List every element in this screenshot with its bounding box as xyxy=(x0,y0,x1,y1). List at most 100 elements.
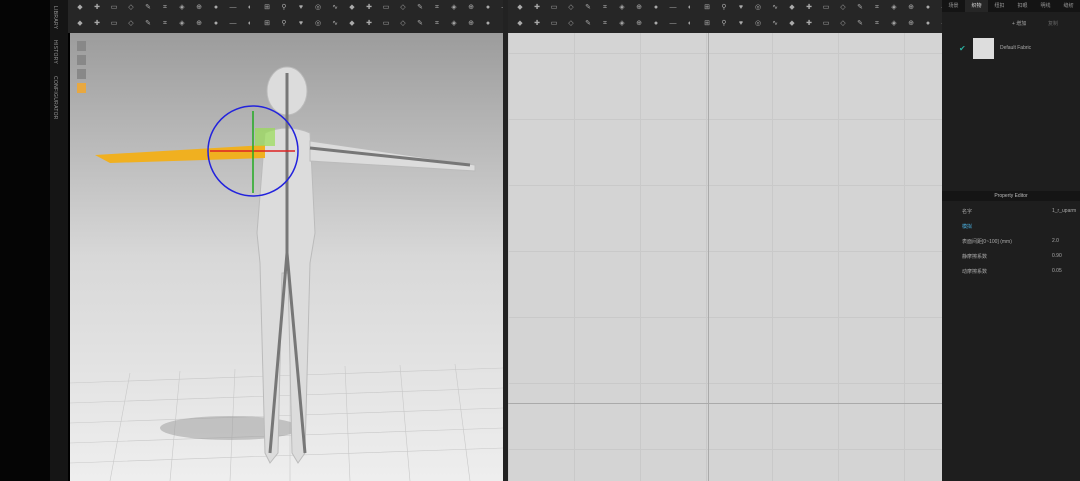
property-value[interactable]: 1_r_uparm xyxy=(1052,208,1076,215)
toolbar-tool-icon[interactable]: ⌗ xyxy=(601,20,609,27)
toolbar-tool-icon[interactable]: ∿ xyxy=(771,4,779,11)
toolbar-tool-icon[interactable]: — xyxy=(669,4,677,11)
toolbar-tool-icon[interactable]: ♥ xyxy=(297,4,305,11)
toolbar-tool-icon[interactable]: ∿ xyxy=(331,4,339,11)
toolbar-tool-icon[interactable]: ● xyxy=(484,20,492,27)
toolbar-tool-icon[interactable]: ⚲ xyxy=(720,4,728,11)
toolbar-tool-icon[interactable]: ⊞ xyxy=(263,4,271,11)
3d-viewport[interactable] xyxy=(70,33,503,481)
toolbar-tool-icon[interactable]: ✎ xyxy=(416,4,424,11)
toolbar-tool-icon[interactable]: ⚲ xyxy=(280,20,288,27)
2d-pattern-window[interactable] xyxy=(508,33,942,481)
fabric-name[interactable]: Default Fabric xyxy=(1000,45,1031,51)
toolbar-tool-icon[interactable]: ✎ xyxy=(856,4,864,11)
toolbar-tool-icon[interactable]: ⚲ xyxy=(720,20,728,27)
toolbar-tool-icon[interactable]: ◇ xyxy=(567,4,575,11)
toolbar-tool-icon[interactable]: ◈ xyxy=(890,4,898,11)
toolbar-tool-icon[interactable]: ◆ xyxy=(76,4,84,11)
add-fabric-button[interactable]: + 增加 xyxy=(1012,20,1026,27)
tab-library[interactable]: LIBRARY xyxy=(52,6,58,29)
toolbar-tool-icon[interactable]: ◎ xyxy=(754,20,762,27)
toolbar-tool-icon[interactable]: ✚ xyxy=(805,4,813,11)
panel-tab[interactable]: 织物 xyxy=(965,0,988,12)
toolbar-tool-icon[interactable]: ⊞ xyxy=(703,20,711,27)
toolbar-tool-icon[interactable]: ◈ xyxy=(618,20,626,27)
property-row[interactable]: 静摩擦系数 0.90 xyxy=(962,253,1077,260)
toolbar-tool-icon[interactable]: ▭ xyxy=(110,20,118,27)
toolbar-tool-icon[interactable]: ● xyxy=(212,20,220,27)
toolbar-tool-icon[interactable]: ◈ xyxy=(178,4,186,11)
property-row[interactable]: 名字 1_r_uparm xyxy=(962,208,1077,215)
selected-arm[interactable] xyxy=(95,145,265,163)
toolbar-tool-icon[interactable]: ⌗ xyxy=(161,4,169,11)
toolbar-tool-icon[interactable]: ⊕ xyxy=(907,20,915,27)
toolbar-tool-icon[interactable]: ▭ xyxy=(550,20,558,27)
panel-tab[interactable]: 纽扣 xyxy=(988,0,1011,12)
toolbar-tool-icon[interactable]: ▭ xyxy=(110,4,118,11)
toolbar-tool-icon[interactable]: ◇ xyxy=(127,20,135,27)
toolbar-tool-icon[interactable]: ◆ xyxy=(516,4,524,11)
property-row[interactable]: 动摩擦系数 0.05 xyxy=(962,268,1077,275)
toolbar-tool-icon[interactable]: ◆ xyxy=(788,20,796,27)
toolbar-tool-icon[interactable]: ⌗ xyxy=(873,4,881,11)
toolbar-tool-icon[interactable]: ▭ xyxy=(382,20,390,27)
toolbar-tool-icon[interactable]: ⌗ xyxy=(161,20,169,27)
toolbar-tool-icon[interactable]: ✎ xyxy=(584,4,592,11)
toolbar-tool-icon[interactable]: ✚ xyxy=(365,20,373,27)
toolbar-tool-icon[interactable]: ∿ xyxy=(771,20,779,27)
toolbar-tool-icon[interactable]: ✚ xyxy=(365,4,373,11)
toolbar-tool-icon[interactable]: ◐ xyxy=(686,4,694,11)
toolbar-tool-icon[interactable]: ▭ xyxy=(550,4,558,11)
toolbar-tool-icon[interactable]: — xyxy=(229,20,237,27)
toolbar-tool-icon[interactable]: ◐ xyxy=(246,20,254,27)
toolbar-tool-icon[interactable]: ● xyxy=(212,4,220,11)
toolbar-tool-icon[interactable]: ✚ xyxy=(533,4,541,11)
toolbar-tool-icon[interactable]: ◈ xyxy=(178,20,186,27)
toolbar-tool-icon[interactable]: ✚ xyxy=(805,20,813,27)
copy-fabric-button[interactable]: 复制 xyxy=(1048,20,1058,27)
property-value[interactable]: 0.05 xyxy=(1052,268,1062,275)
toolbar-tool-icon[interactable]: ◐ xyxy=(686,20,694,27)
toolbar-tool-icon[interactable]: ◎ xyxy=(754,4,762,11)
toolbar-tool-icon[interactable]: ● xyxy=(652,20,660,27)
toolbar-tool-icon[interactable]: ✎ xyxy=(856,20,864,27)
toolbar-tool-icon[interactable]: ● xyxy=(924,4,932,11)
toolbar-tool-icon[interactable]: ⊕ xyxy=(195,20,203,27)
toolbar-tool-icon[interactable]: ⚲ xyxy=(280,4,288,11)
toolbar-tool-icon[interactable]: ⊕ xyxy=(635,4,643,11)
toolbar-tool-icon[interactable]: ◆ xyxy=(516,20,524,27)
property-row[interactable]: 模拟 xyxy=(962,223,1077,230)
panel-tab[interactable]: 明线 xyxy=(1034,0,1057,12)
toolbar-tool-icon[interactable]: ◇ xyxy=(399,4,407,11)
toolbar-tool-icon[interactable]: ✚ xyxy=(93,20,101,27)
toolbar-tool-icon[interactable]: ♥ xyxy=(297,20,305,27)
toolbar-tool-icon[interactable]: ◇ xyxy=(839,4,847,11)
toolbar-tool-icon[interactable]: ◈ xyxy=(618,4,626,11)
toolbar-tool-icon[interactable]: ✎ xyxy=(144,4,152,11)
toolbar-tool-icon[interactable]: ◈ xyxy=(890,20,898,27)
toolbar-tool-icon[interactable]: ✎ xyxy=(144,20,152,27)
toolbar-tool-icon[interactable]: ∿ xyxy=(331,20,339,27)
toolbar-tool-icon[interactable]: ◇ xyxy=(567,20,575,27)
toolbar-tool-icon[interactable]: ● xyxy=(652,4,660,11)
panel-tab[interactable]: 场景 xyxy=(942,0,965,12)
toolbar-tool-icon[interactable]: ◈ xyxy=(450,4,458,11)
toolbar-tool-icon[interactable]: ◇ xyxy=(399,20,407,27)
toolbar-tool-icon[interactable]: ▭ xyxy=(822,20,830,27)
toolbar-tool-icon[interactable]: ◐ xyxy=(246,4,254,11)
toolbar-tool-icon[interactable]: ● xyxy=(484,4,492,11)
toolbar-tool-icon[interactable]: ◆ xyxy=(348,20,356,27)
toolbar-tool-icon[interactable]: ▭ xyxy=(382,4,390,11)
toolbar-tool-icon[interactable]: ◆ xyxy=(76,20,84,27)
property-row[interactable]: 表面间距[0~100] (mm) 2.0 xyxy=(962,238,1077,245)
toolbar-tool-icon[interactable]: ✎ xyxy=(584,20,592,27)
toolbar-tool-icon[interactable]: ⌗ xyxy=(601,4,609,11)
tab-configurator[interactable]: CONFIGURATOR xyxy=(52,76,58,120)
toolbar-tool-icon[interactable]: ⊕ xyxy=(907,4,915,11)
toolbar-tool-icon[interactable]: ♥ xyxy=(737,20,745,27)
property-value[interactable]: 2.0 xyxy=(1052,238,1059,245)
toolbar-tool-icon[interactable]: ✎ xyxy=(416,20,424,27)
toolbar-tool-icon[interactable]: ⊞ xyxy=(703,4,711,11)
toolbar-tool-icon[interactable]: ⊕ xyxy=(467,20,475,27)
toolbar-tool-icon[interactable]: ⌗ xyxy=(873,20,881,27)
